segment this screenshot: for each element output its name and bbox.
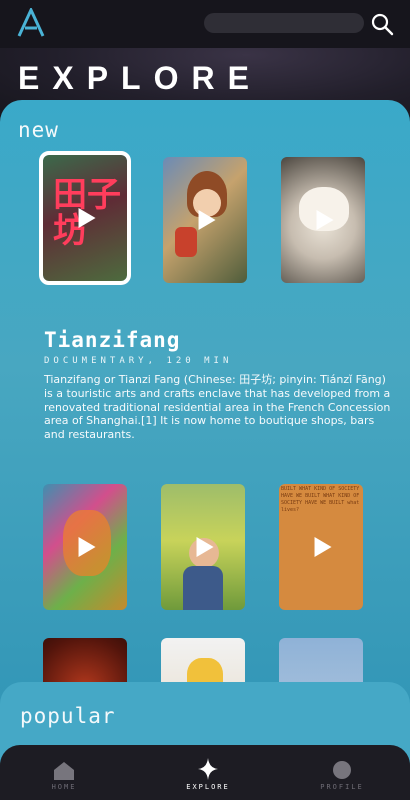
play-icon [314,537,332,557]
card-child-in-field[interactable] [161,484,245,610]
card-tianzifang[interactable]: 田子坊 [39,151,131,285]
nav-profile[interactable]: PROFILE [292,745,392,800]
nav-explore[interactable]: EXPLORE [158,745,258,800]
info-meta: DOCUMENTARY, 120 MIN [44,356,233,366]
top-bar [0,0,410,48]
home-icon [54,762,74,780]
app-logo-icon[interactable] [16,8,46,38]
info-description: Tianzifang or Tianzi Fang (Chinese: 田子坊;… [44,373,391,442]
search-input[interactable] [204,13,364,33]
search-icon[interactable] [370,12,394,36]
nav-explore-label: EXPLORE [186,783,230,791]
profile-icon [333,761,351,779]
section-title-new: new [18,118,59,142]
sparkle-icon [198,758,218,780]
card-text-poster[interactable]: BUILT WHAT KIND OF SOCIETY HAVE WE BUILT… [279,484,363,610]
poster-text: BUILT WHAT KIND OF SOCIETY HAVE WE BUILT… [281,486,360,513]
nav-profile-label: PROFILE [320,783,364,791]
card-dog[interactable] [281,157,365,283]
section-title-popular: popular [20,704,116,728]
play-icon [198,210,216,230]
play-icon [78,537,96,557]
nav-home[interactable]: HOME [14,745,114,800]
play-icon [316,210,334,230]
bottom-nav: HOME EXPLORE PROFILE [0,745,410,800]
card-abstract-art[interactable] [43,484,127,610]
play-icon [78,208,96,228]
page-title: EXPLORE [18,60,262,96]
nav-home-label: HOME [51,783,77,791]
play-icon [196,537,214,557]
card-anime-girl[interactable] [163,157,247,283]
info-title: Tianzifang [44,328,181,352]
